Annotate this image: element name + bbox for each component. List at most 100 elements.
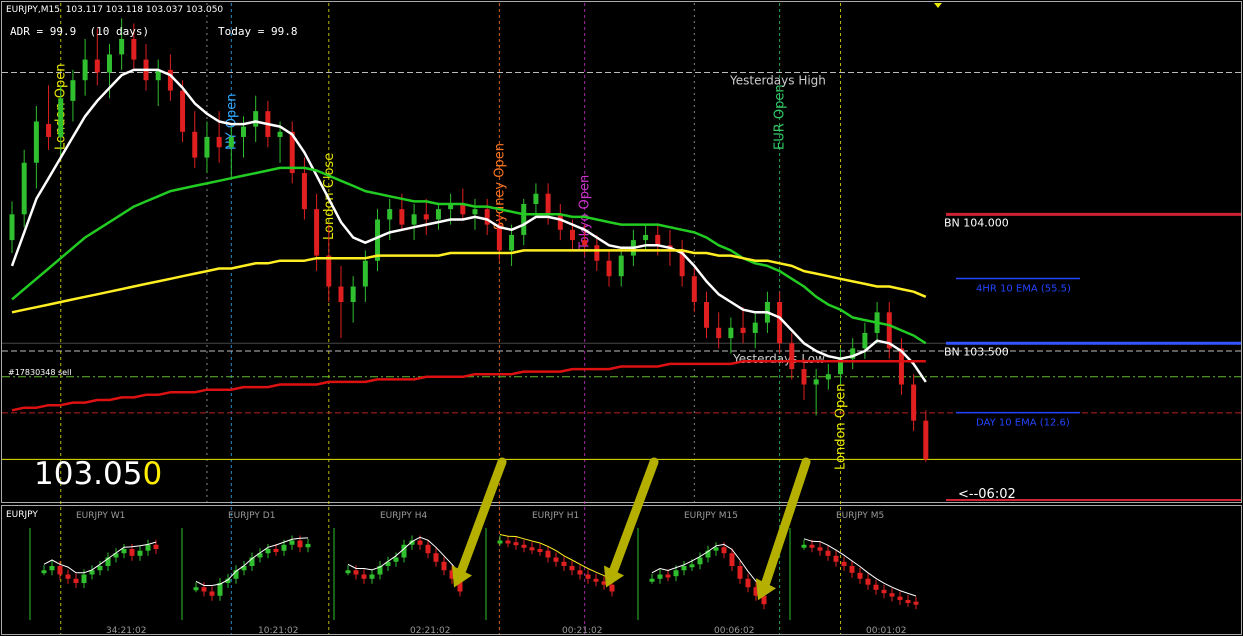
candle-body bbox=[119, 38, 125, 55]
mini-candle bbox=[281, 544, 287, 551]
mini-candle bbox=[153, 544, 159, 549]
candle-body bbox=[82, 59, 88, 81]
mini-candle bbox=[129, 549, 135, 556]
mini-candle bbox=[289, 540, 295, 545]
candle-body bbox=[484, 209, 490, 225]
mini-candle bbox=[897, 596, 903, 600]
candle-body bbox=[326, 255, 332, 287]
candle-body bbox=[180, 90, 186, 132]
candle-body bbox=[314, 209, 320, 256]
mini-title: EURJPY M15 bbox=[684, 511, 738, 521]
mini-candle bbox=[865, 578, 871, 585]
candle-body bbox=[801, 369, 807, 385]
mini-candle bbox=[609, 584, 615, 592]
mini-candle bbox=[57, 566, 63, 575]
mini-candle bbox=[841, 561, 847, 566]
candle-body bbox=[472, 209, 478, 215]
candle-body bbox=[545, 193, 551, 215]
mini-candle bbox=[393, 557, 399, 562]
candle-body bbox=[131, 38, 137, 60]
candle-body bbox=[521, 204, 527, 235]
mini-candle bbox=[97, 566, 103, 571]
candle-body bbox=[423, 214, 429, 220]
mini-candle bbox=[697, 557, 703, 565]
mini-candle bbox=[561, 561, 567, 566]
mini-title: EURJPY H4 bbox=[380, 511, 428, 521]
mini-candle bbox=[737, 566, 743, 579]
annotation-arrow bbox=[609, 457, 659, 574]
mini-frame bbox=[1, 505, 1242, 635]
mini-candle bbox=[193, 587, 199, 591]
big-price-last-digit: 0 bbox=[142, 456, 163, 492]
mini-time: 00:01:02 bbox=[866, 626, 906, 636]
mini-candle bbox=[545, 550, 551, 558]
mini-candle bbox=[721, 547, 727, 554]
mini-candle bbox=[881, 589, 887, 594]
candle-body bbox=[277, 131, 283, 137]
mini-candle bbox=[513, 542, 519, 546]
mini-candle bbox=[529, 547, 535, 551]
candle-body bbox=[704, 302, 709, 328]
candle-body bbox=[789, 343, 795, 370]
mini-candle bbox=[497, 540, 503, 544]
mini-title: EURJPY D1 bbox=[228, 511, 275, 521]
session-label: London Open bbox=[834, 383, 849, 470]
mini-time: 02:21:02 bbox=[410, 626, 450, 636]
mini-candle bbox=[649, 578, 655, 582]
candle-body bbox=[509, 234, 515, 251]
mini-time: 00:21:02 bbox=[562, 626, 602, 636]
mini-candle bbox=[817, 547, 823, 551]
round-number-label: BN 104.000 bbox=[944, 216, 1009, 229]
mini-candle bbox=[833, 555, 839, 562]
candle-body bbox=[533, 193, 539, 204]
candle-body bbox=[862, 332, 868, 349]
candle-body bbox=[46, 124, 52, 137]
mini-candle bbox=[569, 566, 575, 571]
mini-title: EURJPY W1 bbox=[76, 511, 125, 521]
candle-body bbox=[716, 327, 722, 339]
candle-body bbox=[94, 59, 100, 73]
main-chart[interactable]: London OpenNY OpenLondon CloseSydney Ope… bbox=[0, 0, 1243, 636]
candle-body bbox=[435, 209, 441, 220]
candle-body bbox=[253, 111, 259, 127]
mini-title: EURJPY H1 bbox=[532, 511, 579, 521]
candle-body bbox=[301, 173, 307, 210]
mini-candle bbox=[73, 578, 79, 583]
candle-body bbox=[618, 255, 624, 277]
candle-body bbox=[911, 384, 917, 421]
level-label: Yesterdays Low bbox=[732, 352, 825, 366]
mini-time: 10:21:02 bbox=[258, 626, 298, 636]
ma-ema_mid bbox=[11, 166, 927, 345]
ema-level-label: DAY 10 EMA (12.6) bbox=[976, 418, 1070, 429]
candle-body bbox=[192, 131, 198, 158]
candle-body bbox=[216, 136, 222, 148]
candle-body bbox=[362, 260, 368, 287]
candle-body bbox=[21, 162, 27, 215]
mini-title: EURJPY M5 bbox=[836, 511, 884, 521]
mini-candle bbox=[681, 566, 687, 571]
ema-level-label: 4HR 10 EMA (55.5) bbox=[976, 284, 1071, 295]
ma-ema_slow bbox=[11, 249, 927, 314]
mini-candle bbox=[857, 572, 863, 579]
mini-candle bbox=[505, 540, 511, 544]
candle-body bbox=[350, 286, 356, 302]
mini-candle bbox=[689, 564, 695, 568]
mini-candle bbox=[369, 574, 375, 579]
mini-candle bbox=[849, 566, 855, 573]
candle-body bbox=[228, 136, 234, 148]
mini-candle bbox=[713, 547, 719, 551]
mini-candle bbox=[745, 578, 751, 588]
candle-body bbox=[777, 302, 783, 344]
mini-time: 34:21:02 bbox=[106, 626, 146, 636]
mini-candle bbox=[889, 593, 895, 597]
mini-candle bbox=[593, 578, 599, 582]
candle-body bbox=[606, 260, 612, 277]
mini-candle bbox=[441, 561, 447, 571]
candle-body bbox=[740, 327, 746, 333]
candle-body bbox=[338, 286, 344, 302]
mini-candle bbox=[729, 553, 735, 566]
mini-candle bbox=[81, 574, 87, 583]
mini-candle bbox=[65, 574, 71, 579]
candle-body bbox=[411, 214, 417, 225]
mini-candle bbox=[913, 601, 919, 605]
